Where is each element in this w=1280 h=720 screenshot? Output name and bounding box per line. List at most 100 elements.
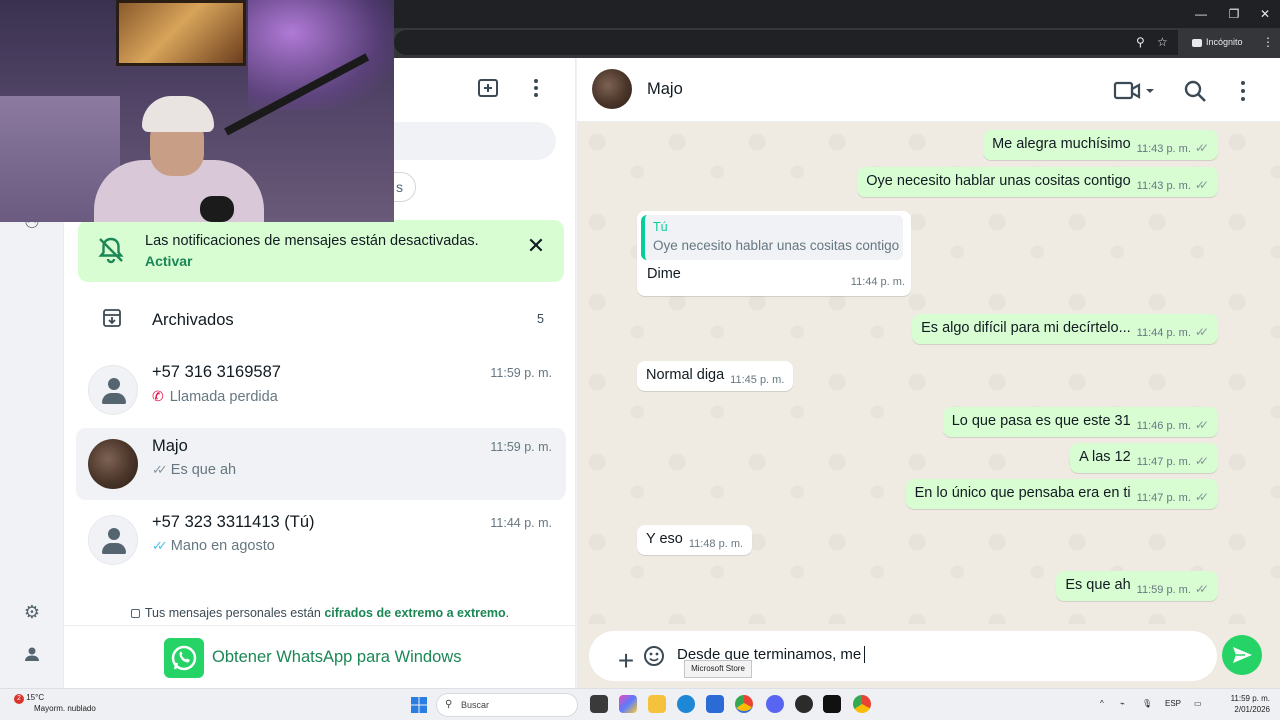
webcam-wall-picture xyxy=(116,0,246,66)
new-chat-button[interactable] xyxy=(474,76,502,104)
tray-overflow-icon[interactable]: ^ xyxy=(1100,699,1104,708)
tiktok-icon[interactable] xyxy=(823,695,841,713)
double-check-icon: ✓✓ xyxy=(1194,490,1209,504)
search-chat-button[interactable] xyxy=(1182,78,1208,104)
outgoing-message[interactable]: Lo que pasa es que este 31 11:46 p. m. ✓✓ xyxy=(942,407,1218,437)
avatar-head-shape xyxy=(108,528,120,540)
chat-name: +57 323 3311413 (Tú) xyxy=(152,513,315,531)
default-avatar xyxy=(88,365,138,415)
outgoing-message[interactable]: En lo único que pensaba era en ti 11:47 p… xyxy=(905,479,1218,509)
message-time: 11:46 p. m. xyxy=(1136,420,1191,432)
taskbar-search-label: Buscar xyxy=(461,700,490,710)
address-bar[interactable] xyxy=(394,30,1178,55)
profile-icon[interactable] xyxy=(20,644,44,668)
edge-icon[interactable] xyxy=(677,695,695,713)
video-call-button[interactable] xyxy=(1113,78,1157,104)
minimize-button[interactable]: — xyxy=(1186,6,1216,22)
whatsapp-logo-icon xyxy=(164,638,204,678)
chat-name: +57 316 3169587 xyxy=(152,363,281,381)
language-indicator[interactable]: ESP xyxy=(1165,699,1181,708)
emoji-sticker-icon[interactable] xyxy=(643,645,665,667)
kebab-menu-icon xyxy=(534,79,538,97)
notifications-banner-text: Las notificaciones de mensajes están des… xyxy=(145,233,479,249)
encryption-prefix: Tus mensajes personales están xyxy=(144,606,325,620)
encryption-notice: Tus mensajes personales están cifrados d… xyxy=(64,606,576,620)
windows-taskbar: 2 15°C Mayorm. nublado ⚲ Buscar ^ ⌁ 🎙 ESP… xyxy=(0,688,1280,720)
whatsapp-glyph-icon xyxy=(171,645,197,671)
get-whatsapp-label: Obtener WhatsApp para Windows xyxy=(212,648,462,666)
activate-notifications-link[interactable]: Activar xyxy=(145,253,192,269)
archived-chats-row[interactable]: Archivados 5 xyxy=(76,290,566,350)
browser-menu-icon[interactable]: ⋮ xyxy=(1262,35,1274,49)
incoming-message[interactable]: Y eso 11:48 p. m. xyxy=(637,525,753,555)
send-button[interactable] xyxy=(1222,635,1262,675)
contact-photo-avatar xyxy=(88,439,138,489)
profile-glyph-icon xyxy=(25,647,39,661)
message-time: 11:43 p. m. xyxy=(1136,180,1191,192)
video-camera-icon xyxy=(1113,81,1154,100)
settings-gear-icon[interactable]: ⚙ xyxy=(20,600,44,624)
outgoing-message[interactable]: Es que ah 11:59 p. m. ✓✓ xyxy=(1056,571,1218,601)
double-check-icon: ✓✓ xyxy=(1194,141,1209,155)
encryption-link[interactable]: cifrados de extremo a extremo xyxy=(324,606,505,620)
close-window-button[interactable]: ✕ xyxy=(1250,6,1280,22)
bell-off-icon xyxy=(98,237,124,264)
network-icon[interactable]: ⌁ xyxy=(1120,699,1125,708)
task-view-icon[interactable] xyxy=(590,695,608,713)
message-meta: 11:43 p. m. ✓✓ xyxy=(1137,141,1209,155)
message-time: 11:47 p. m. xyxy=(1136,456,1191,468)
volume-icon[interactable]: ▭ xyxy=(1194,699,1202,708)
weather-widget[interactable]: 2 15°C Mayorm. nublado xyxy=(14,693,96,713)
chat-preview-text: Es que ah xyxy=(170,462,237,478)
chrome-profile-icon[interactable] xyxy=(853,695,871,713)
close-banner-button[interactable]: ✕ xyxy=(524,234,548,258)
avatar-shoulders-shape xyxy=(102,543,126,554)
outgoing-message[interactable]: Oye necesito hablar unas cositas contigo… xyxy=(857,167,1218,197)
chat-list-item-selected[interactable]: Majo 11:59 p. m. ✓✓ Es que ah xyxy=(76,428,566,500)
chat-preview: ✆ Llamada perdida xyxy=(152,388,278,405)
chat-list-item[interactable]: +57 316 3169587 11:59 p. m. ✆ Llamada per… xyxy=(76,354,566,426)
message-meta: 11:47 p. m. ✓✓ xyxy=(1136,454,1209,468)
clock-time: 11:59 p. m. xyxy=(1230,694,1270,703)
message-text: A las 12 xyxy=(1079,449,1131,465)
outgoing-message[interactable]: Es algo difícil para mi decírtelo... 11:4… xyxy=(912,314,1218,344)
incoming-message[interactable]: Normal diga 11:45 p. m. xyxy=(637,361,794,391)
windows-start-icon[interactable] xyxy=(411,697,427,713)
microsoft-store-icon[interactable] xyxy=(706,695,724,713)
discord-icon[interactable] xyxy=(766,695,784,713)
chat-name: Majo xyxy=(152,437,188,455)
outgoing-message[interactable]: A las 12 11:47 p. m. ✓✓ xyxy=(1070,443,1218,473)
contact-name[interactable]: Majo xyxy=(647,80,683,99)
restore-button[interactable]: ❐ xyxy=(1219,6,1249,22)
message-text: Oye necesito hablar unas cositas contigo xyxy=(866,173,1131,189)
search-icon: ⚲ xyxy=(445,699,453,710)
incognito-label: Incógnito xyxy=(1206,37,1243,47)
outgoing-message[interactable]: Me alegra muchísimo 11:43 p. m. ✓✓ xyxy=(983,130,1218,160)
conversation-header[interactable]: Majo xyxy=(577,58,1280,122)
conversation-panel: Majo Me alegra muchísimo 11:43 p. m. ✓✓ Oy… xyxy=(577,58,1280,688)
file-explorer-icon[interactable] xyxy=(648,695,666,713)
obs-icon[interactable] xyxy=(795,695,813,713)
microphone-icon[interactable]: 🎙 xyxy=(1142,699,1152,708)
incoming-message-with-reply[interactable]: Tú Oye necesito hablar unas cositas cont… xyxy=(637,211,911,296)
zoom-icon[interactable]: ⚲ xyxy=(1136,35,1145,49)
double-check-icon: ✓✓ xyxy=(1194,325,1209,339)
bookmark-star-icon[interactable]: ☆ xyxy=(1157,35,1168,49)
copilot-icon[interactable] xyxy=(619,695,637,713)
chat-menu-button[interactable] xyxy=(1230,78,1256,104)
double-check-icon: ✓✓ xyxy=(152,462,168,477)
attach-plus-icon[interactable]: + xyxy=(615,647,637,675)
chrome-icon[interactable] xyxy=(735,695,753,713)
contact-avatar[interactable] xyxy=(592,69,632,109)
quoted-message[interactable]: Tú Oye necesito hablar unas cositas cont… xyxy=(641,215,903,260)
chat-preview-text: Llamada perdida xyxy=(169,389,278,405)
chat-list-item[interactable]: +57 323 3311413 (Tú) 11:44 p. m. ✓✓ Mano … xyxy=(76,504,566,576)
double-check-read-icon: ✓✓ xyxy=(152,538,168,553)
message-text: Lo que pasa es que este 31 xyxy=(951,413,1131,429)
taskbar-clock[interactable]: 11:59 p. m. 2/01/2026 xyxy=(1226,693,1270,715)
list-menu-button[interactable] xyxy=(522,76,550,104)
taskbar-search[interactable]: ⚲ Buscar xyxy=(436,693,578,717)
chat-wallpaper xyxy=(577,122,1280,688)
incognito-indicator[interactable]: Incógnito xyxy=(1192,35,1243,49)
webcam-microphone xyxy=(200,196,234,222)
